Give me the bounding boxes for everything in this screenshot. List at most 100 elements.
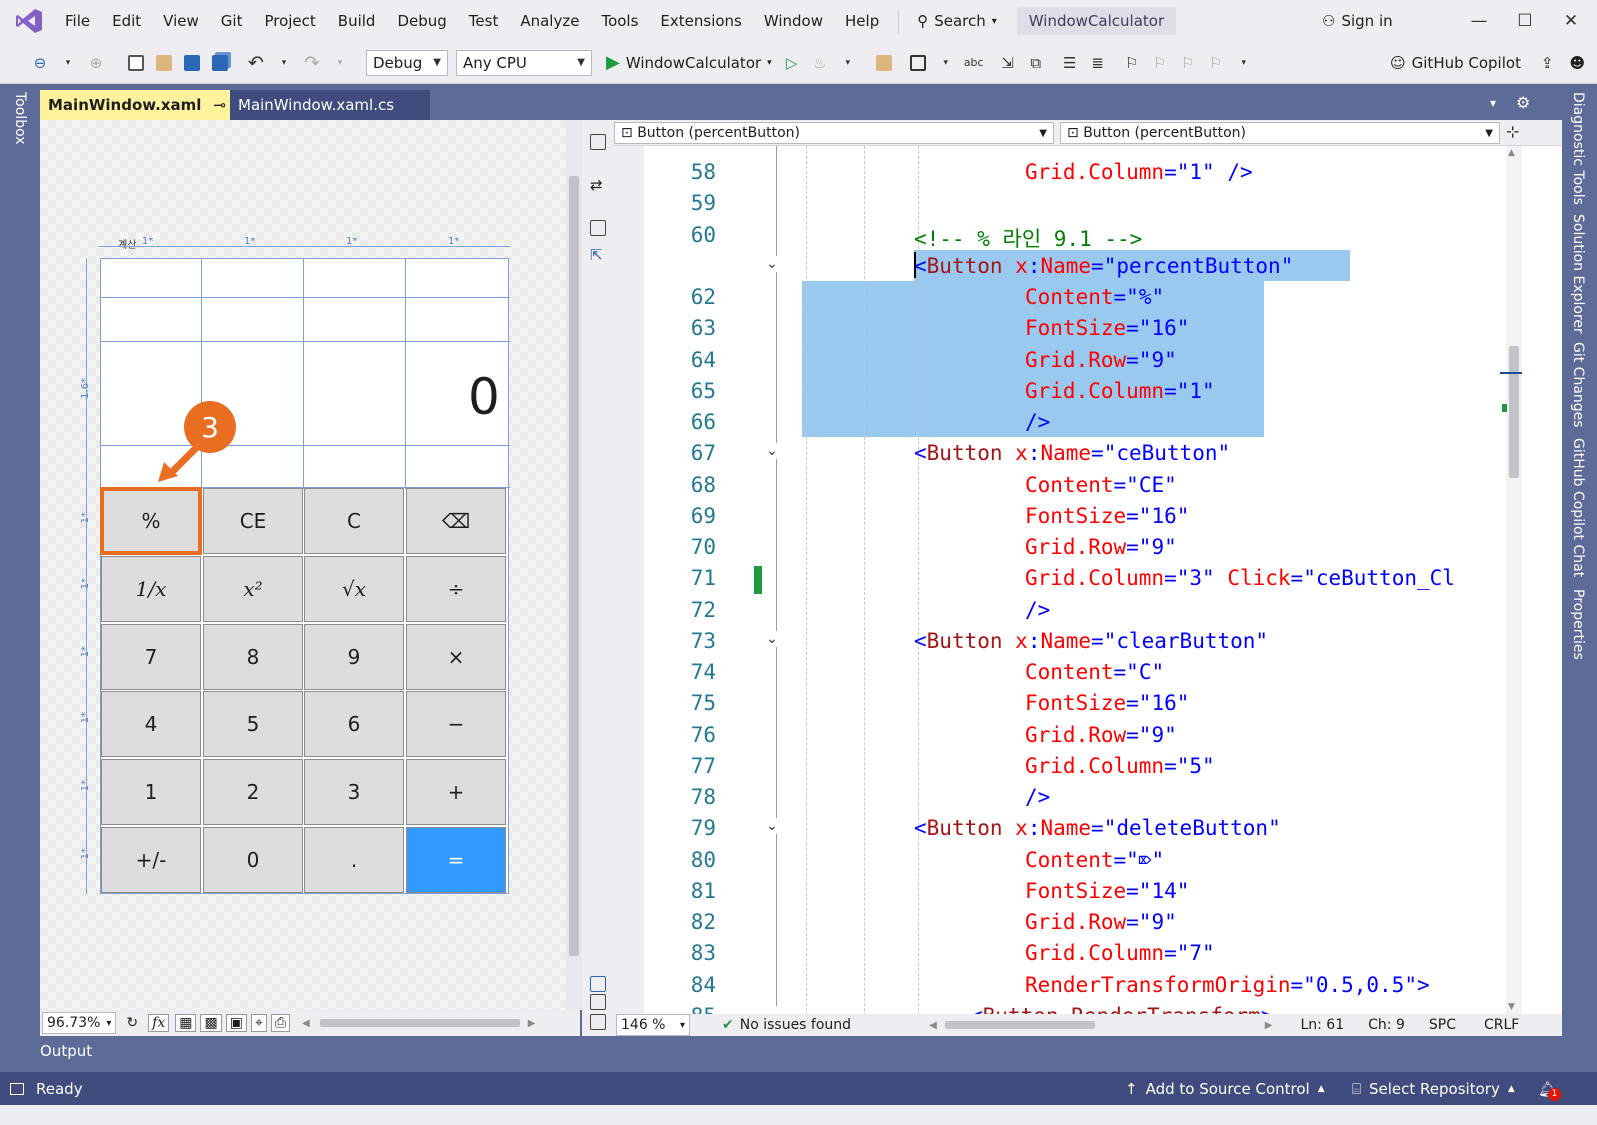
layout-dropdown[interactable]: ▾ [934,51,958,75]
git-changes-tab[interactable]: Git Changes [1570,342,1586,428]
snap-grid-icon[interactable]: ▩ [200,1014,222,1032]
back-dropdown[interactable]: ▾ [56,51,80,75]
whitespace-status[interactable]: SPC [1429,1017,1456,1033]
forward-button[interactable]: ⊕ [84,51,108,75]
swap-panes-icon[interactable]: ⇄ [590,176,603,194]
calc-button[interactable]: . [304,827,404,893]
clear-bookmarks-button[interactable]: ⚐ [1204,51,1228,75]
menu-item-analyze[interactable]: Analyze [509,0,590,42]
calc-button[interactable]: % [100,487,202,555]
undo-dropdown[interactable]: ▾ [272,51,296,75]
scroll-left-icon[interactable]: ◀ [929,1020,937,1031]
tab-list-dropdown-icon[interactable]: ▾ [1490,96,1496,110]
properties-tab[interactable]: Properties [1570,589,1586,660]
diagnostic-tools-tab[interactable]: Diagnostic Tools [1570,92,1586,205]
calc-button[interactable]: C [304,488,404,554]
hot-reload-dropdown[interactable]: ▾ [836,51,860,75]
xaml-code-editor[interactable]: ⊡ Button (percentButton) ▼ ⊡ Button (per… [614,120,1562,1036]
window-layout-button[interactable] [906,51,930,75]
menu-item-file[interactable]: File [54,0,101,42]
solution-explorer-tab[interactable]: Solution Explorer [1570,214,1586,334]
tab-mainwindow-xaml-cs[interactable]: MainWindow.xaml.cs [230,90,430,120]
feedback-icon[interactable]: ☻ [1570,54,1586,72]
save-all-button[interactable] [208,51,232,75]
device-preview-icon[interactable]: ⎙ [270,1014,291,1032]
source-control-button[interactable]: ↑ Add to Source Control ▲ [1125,1080,1325,1098]
spell-check-button[interactable]: abc [962,51,986,75]
output-panel-tab[interactable]: Output [40,1036,1562,1072]
menu-item-build[interactable]: Build [327,0,387,42]
calc-button[interactable]: = [406,827,506,893]
column-number-status[interactable]: Ch: 9 [1368,1017,1405,1033]
calc-button[interactable]: 4 [101,691,201,757]
configuration-select[interactable]: Debug ▼ [366,49,448,76]
search-button[interactable]: ⚲ Search ▾ [907,12,1007,30]
menu-item-view[interactable]: View [152,0,210,42]
scroll-right-icon[interactable]: ▶ [528,1018,536,1029]
line-ending-status[interactable]: CRLF [1484,1017,1519,1033]
github-copilot-button[interactable]: ☺ GitHub Copilot ⇪ ☻ [1390,42,1585,84]
outdent-button[interactable]: ≣ [1086,51,1110,75]
menu-item-git[interactable]: Git [210,0,254,42]
menu-item-help[interactable]: Help [834,0,890,42]
issues-status[interactable]: No issues found [740,1017,851,1033]
calc-button[interactable]: x² [203,556,303,622]
menu-item-window[interactable]: Window [753,0,834,42]
editor-zoom-select[interactable]: 146 % ▾ [616,1014,690,1036]
calc-button[interactable]: × [406,624,506,690]
snap-lines-icon[interactable]: ⌖ [250,1014,267,1032]
menu-item-debug[interactable]: Debug [386,0,457,42]
grid-icon[interactable]: ▦ [175,1014,197,1032]
member-scope-select[interactable]: ⊡ Button (percentButton) ▼ [1060,122,1500,144]
undo-button[interactable]: ↶ [244,51,268,75]
hot-reload-button[interactable]: ♨ [808,51,832,75]
share-icon[interactable]: ⇪ [1541,54,1554,72]
designer-vertical-scrollbar[interactable] [566,120,582,1010]
open-file-button[interactable] [152,51,176,75]
vertical-split-icon[interactable] [590,976,606,992]
collapse-chevron-icon[interactable]: ⌄ [766,818,778,835]
code-lines[interactable]: 58 Grid.Column="1" /> 59 60 <!-- % 라인 9.1 --… [614,146,1562,1016]
horizontal-split-icon[interactable] [590,994,606,1010]
calc-button[interactable]: 3 [304,759,404,825]
copilot-chat-tab[interactable]: GitHub Copilot Chat [1570,438,1586,577]
editor-vertical-scrollbar[interactable]: ▲ ▼ [1506,146,1522,1016]
fx-button[interactable]: fx [148,1014,170,1032]
calc-button[interactable]: √x [304,556,404,622]
save-button[interactable] [180,51,204,75]
maximize-button[interactable]: ☐ [1502,0,1548,42]
element-scope-select[interactable]: ⊡ Button (percentButton) ▼ [614,122,1054,144]
prev-bookmark-button[interactable]: ⚐ [1148,51,1172,75]
calc-button[interactable]: ⌫ [406,488,506,554]
calc-button[interactable]: − [406,691,506,757]
calc-button[interactable]: + [406,759,506,825]
back-button[interactable]: ⊖ [28,51,52,75]
solution-explorer-button[interactable] [872,51,896,75]
refresh-icon[interactable]: ↻ [126,1015,138,1031]
editor-horizontal-scrollbar[interactable] [944,1021,1095,1029]
calc-button[interactable]: +/- [101,827,201,893]
calc-button[interactable]: 2 [203,759,303,825]
collapse-chevron-icon[interactable]: ⌄ [766,255,778,272]
calc-button[interactable]: CE [203,488,303,554]
visual-studio-logo-icon[interactable] [14,6,44,36]
platform-select[interactable]: Any CPU ▼ [456,49,592,76]
scroll-thumb[interactable] [569,176,579,956]
scroll-thumb[interactable] [1509,346,1519,478]
menu-item-test[interactable]: Test [458,0,510,42]
start-debugging-button[interactable]: ▶ WindowCalculator ▾ [606,52,772,73]
copy-window-button[interactable]: ⧉ [1024,51,1048,75]
collapse-chevron-icon[interactable]: ⌄ [766,443,778,460]
calc-button[interactable]: 5 [203,691,303,757]
calc-button[interactable]: 1 [101,759,201,825]
pin-icon[interactable]: ⊸ [213,96,226,114]
split-editor-icon[interactable]: ⊹ [1506,122,1519,141]
calc-button[interactable]: 0 [203,827,303,893]
designer-zoom-select[interactable]: 96.73% ▾ [42,1012,117,1034]
scroll-left-icon[interactable]: ◀ [302,1018,310,1029]
calc-button[interactable]: 9 [304,624,404,690]
menu-item-edit[interactable]: Edit [101,0,152,42]
calc-button[interactable]: 1/x [101,556,201,622]
calc-button[interactable]: ÷ [406,556,506,622]
notifications-button[interactable]: 🔔︎ 1 [1538,1080,1561,1101]
